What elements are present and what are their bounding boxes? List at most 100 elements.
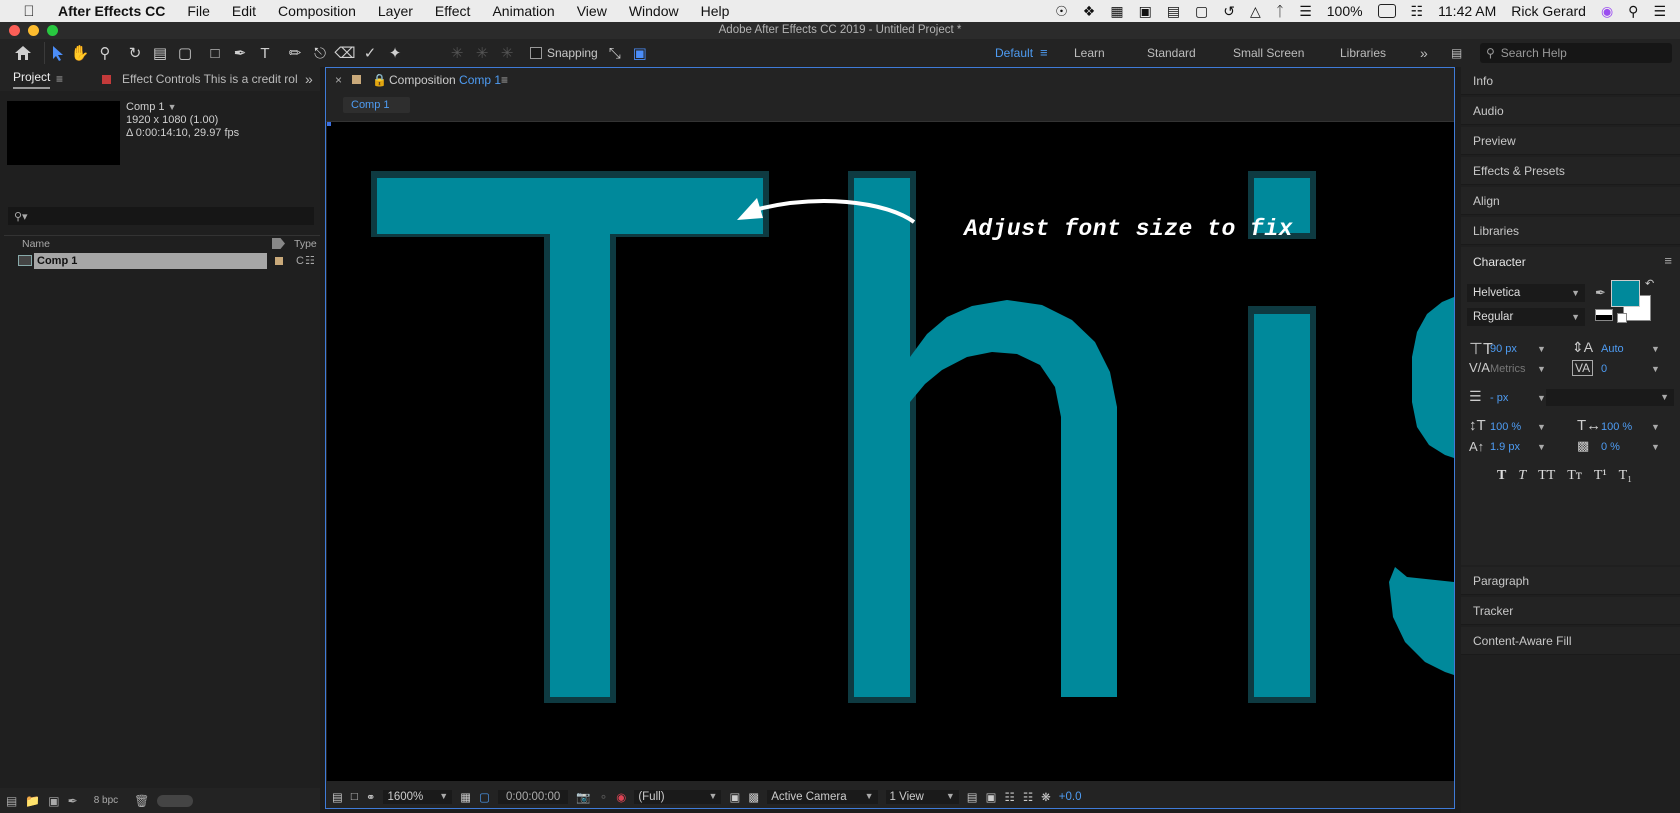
view-layout-select[interactable]: 1 View ▼ [885,790,959,804]
label-color-chip[interactable] [275,257,283,265]
new-composition-icon[interactable]: ▣ [48,794,59,808]
close-window-button[interactable] [9,25,20,36]
trash-icon[interactable]: 🗑 [134,794,149,808]
local-axis-icon[interactable]: ✳ [446,42,468,64]
zoom-select[interactable]: 1600% ▼ [383,790,453,804]
table-row[interactable]: Comp 1 C ☷ [4,253,320,269]
transparency-grid-icon[interactable]: ▩ [748,790,759,804]
rotation-tool-icon[interactable]: ↻ [124,42,146,64]
roto-brush-tool-icon[interactable]: ✓ [359,42,381,64]
tab-composition[interactable]: Composition Comp 1 [389,68,501,92]
reset-exposure-icon[interactable]: ❋ [1041,790,1051,804]
title-action-safe-icon[interactable]: ▦ [460,790,471,804]
search-help-field[interactable]: ⚲ Search Help [1480,43,1672,63]
character-panel-title[interactable]: Character [1473,255,1526,269]
composition-menu-icon[interactable]: ≡ [501,68,508,92]
workspace-learn[interactable]: Learn [1074,39,1105,67]
close-tab-icon[interactable]: × [335,68,342,92]
black-white-swatch[interactable] [1595,309,1613,321]
user-name[interactable]: Rick Gerard [1511,3,1586,19]
panel-tracker[interactable]: Tracker [1461,597,1680,625]
stroke-style-select[interactable]: ▼ [1546,389,1674,406]
tsume-value[interactable]: 0 % [1601,441,1620,453]
interpret-footage-icon[interactable]: ▤ [6,794,17,808]
creative-cloud-icon[interactable]: ☉ [1055,3,1068,20]
panel-preview[interactable]: Preview [1461,127,1680,155]
tsume-dropdown[interactable]: ▼ [1651,442,1660,452]
clock[interactable]: 11:42 AM [1438,3,1496,19]
menu-file[interactable]: File [187,3,210,19]
calendar-icon[interactable]: ☷ [1411,3,1424,20]
comp-breadcrumb[interactable]: Comp 1 [343,97,410,113]
leading-value[interactable]: Auto [1601,343,1624,355]
tracking-dropdown[interactable]: ▼ [1651,364,1660,374]
stroke-width-value[interactable]: - px [1490,392,1508,404]
screen-icon[interactable]: ▣ [1139,3,1152,20]
always-preview-icon[interactable]: ▤ [332,790,343,804]
adjust-settings-icon[interactable]: ✒ [68,794,78,808]
apple-icon[interactable]:  [20,2,38,20]
airplay-icon[interactable]: △ [1250,3,1261,20]
view-axis-icon[interactable]: ✳ [496,42,518,64]
wifi-icon[interactable]: ☰ [1299,3,1312,20]
battery-icon[interactable] [1377,4,1396,18]
baseline-shift-value[interactable]: 1.9 px [1490,441,1520,453]
menu-edit[interactable]: Edit [232,3,256,19]
label-column-icon[interactable] [272,238,285,249]
font-family-select[interactable]: Helvetica ▼ [1467,284,1585,302]
tab-effect-controls[interactable]: Effect Controls This is a credit rol [122,67,298,91]
kerning-value[interactable]: Metrics [1490,363,1525,375]
sync-settings-icon[interactable]: ▤ [1451,39,1462,67]
horizontal-scale-dropdown[interactable]: ▼ [1651,422,1660,432]
battery-percent[interactable]: 100% [1327,3,1363,19]
time-machine-icon[interactable]: ↺ [1223,3,1235,20]
dropbox-icon[interactable]: ❖ [1083,3,1096,20]
superscript-button[interactable]: T¹ [1594,468,1607,484]
panel-overflow-icon[interactable]: » [305,67,313,91]
resolution-select[interactable]: (Full) ▼ [634,790,722,804]
hand-tool-icon[interactable]: ✋ [69,42,91,64]
minimize-window-button[interactable] [28,25,39,36]
primary-viewer-icon[interactable]: □ [351,791,358,803]
camera-select[interactable]: Active Camera ▼ [767,790,878,804]
panel-content-aware-fill[interactable]: Content-Aware Fill [1461,627,1680,655]
selection-tool-icon[interactable] [44,42,66,64]
panel-audio[interactable]: Audio [1461,97,1680,125]
camera-tool-icon[interactable]: ▤ [149,42,171,64]
vertical-scale-dropdown[interactable]: ▼ [1537,422,1546,432]
snap-features-icon[interactable]: ▣ [629,42,651,64]
fast-previews-icon[interactable]: ▣ [986,790,997,804]
lock-icon[interactable]: 🔒 [372,68,387,92]
menu-animation[interactable]: Animation [492,3,554,19]
workspace-small-screen[interactable]: Small Screen [1233,39,1304,67]
world-axis-icon[interactable]: ✳ [471,42,493,64]
swap-colors-icon[interactable]: ↶ [1645,277,1654,290]
gpu-icon[interactable]: ▤ [1167,3,1180,20]
panel-libraries[interactable]: Libraries [1461,217,1680,245]
no-fill-icon[interactable] [1617,313,1627,323]
puppet-pin-tool-icon[interactable]: ✦ [384,42,406,64]
app-menu[interactable]: After Effects CC [58,3,165,19]
character-menu-icon[interactable]: ≡ [1664,253,1672,268]
faux-bold-button[interactable]: T [1497,468,1506,484]
snap-edges-icon[interactable]: ⤡ [604,42,626,64]
menu-composition[interactable]: Composition [278,3,356,19]
column-type[interactable]: Type [294,236,317,252]
display-icon[interactable]: ▢ [1195,3,1208,20]
exposure-value[interactable]: +0.0 [1059,791,1082,803]
workspace-libraries[interactable]: Libraries [1340,39,1386,67]
flowchart-icon[interactable]: ☷ [1023,790,1033,804]
new-folder-icon[interactable]: 📁 [25,794,40,808]
workspace-standard[interactable]: Standard [1147,39,1196,67]
more-workspaces-icon[interactable]: » [1420,39,1428,67]
panel-paragraph[interactable]: Paragraph [1461,567,1680,595]
panel-align[interactable]: Align [1461,187,1680,215]
faux-italic-button[interactable]: T [1518,468,1526,484]
snapping-toggle[interactable]: Snapping [530,46,598,60]
clone-stamp-tool-icon[interactable]: ⎋ [309,42,331,64]
panel-effects-presets[interactable]: Effects & Presets [1461,157,1680,185]
font-style-select[interactable]: Regular ▼ [1467,308,1585,326]
column-name[interactable]: Name [22,236,50,252]
spotlight-icon[interactable]: ⚲ [1628,3,1638,20]
thumbnail-slider[interactable] [157,794,194,807]
